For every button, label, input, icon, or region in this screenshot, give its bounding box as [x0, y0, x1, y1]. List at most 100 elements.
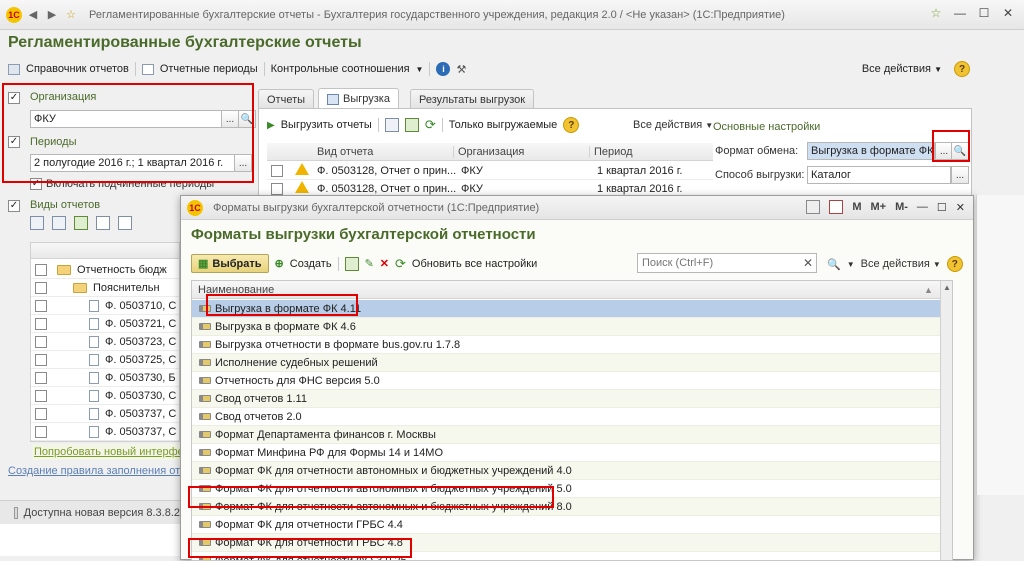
- search-icon[interactable]: 🔍: [238, 110, 256, 128]
- edit-icon[interactable]: [74, 216, 88, 230]
- export-method-field[interactable]: Каталог: [807, 166, 951, 184]
- list-item[interactable]: Формат ФК для отчетности автономных и бю…: [192, 480, 940, 498]
- help-icon[interactable]: ?: [563, 117, 579, 133]
- all-actions-button[interactable]: Все действия ▼: [862, 63, 942, 75]
- tree-row-checkbox[interactable]: [35, 372, 47, 384]
- list-item[interactable]: Формат Минфина РФ для Формы 14 и 14МО: [192, 444, 940, 462]
- tree-row[interactable]: Ф. 0503721, С: [31, 315, 179, 333]
- create-button[interactable]: Создать: [290, 258, 332, 270]
- info-icon[interactable]: i: [436, 62, 450, 76]
- tree-row-checkbox[interactable]: [35, 300, 47, 312]
- search-icon[interactable]: 🔍: [951, 142, 969, 160]
- list-item[interactable]: Формат ФК для отчетности автономных и бю…: [192, 498, 940, 516]
- tab-export[interactable]: Выгрузка: [318, 88, 399, 109]
- organization-field[interactable]: ФКУ: [30, 110, 236, 128]
- tree-row-checkbox[interactable]: [35, 408, 47, 420]
- wrench-icon[interactable]: ⚒: [456, 63, 466, 76]
- list-item[interactable]: Формат ФК для отчетности ГРБС 4.4: [192, 516, 940, 534]
- favorite-star-icon[interactable]: ☆: [63, 7, 79, 23]
- tree-collapse-icon[interactable]: [118, 216, 132, 230]
- close-button[interactable]: ✕: [956, 201, 965, 214]
- list-item[interactable]: Формат ФК для отчетности автономных и бю…: [192, 462, 940, 480]
- search-icon[interactable]: 🔍: [827, 258, 841, 271]
- refresh-icon[interactable]: ⟳: [425, 117, 436, 133]
- tab-export-results[interactable]: Результаты выгрузок: [410, 89, 534, 109]
- table-row[interactable]: Ф. 0503128, Отчет о прин...ФКУ1 квартал …: [267, 162, 713, 180]
- only-exportable-button[interactable]: Только выгружаемые: [449, 119, 558, 131]
- search-input[interactable]: [637, 253, 817, 273]
- tree-row-checkbox[interactable]: [35, 390, 47, 402]
- maximize-button[interactable]: ☐: [976, 6, 992, 20]
- list-item[interactable]: Выгрузка отчетности в формате bus.gov.ru…: [192, 336, 940, 354]
- tree-row-checkbox[interactable]: [35, 354, 47, 366]
- list-item[interactable]: Свод отчетов 1.11: [192, 390, 940, 408]
- refresh-settings-button[interactable]: Обновить все настройки: [412, 258, 537, 270]
- tree-row-checkbox[interactable]: [35, 282, 47, 294]
- tree-row[interactable]: Ф. 0503730, Б: [31, 369, 179, 387]
- delete-icon[interactable]: ✕: [380, 257, 389, 270]
- chevron-down-icon[interactable]: ▼: [847, 260, 855, 269]
- include-subordinate-checkbox[interactable]: ✓: [30, 178, 42, 190]
- memory-plus-button[interactable]: M+: [870, 201, 886, 213]
- tree-row[interactable]: Ф. 0503737, С: [31, 423, 179, 441]
- edit-icon[interactable]: [405, 118, 419, 132]
- tree-row[interactable]: Ф. 0503725, С: [31, 351, 179, 369]
- copy-icon[interactable]: [345, 257, 359, 271]
- maximize-button[interactable]: ☐: [937, 201, 947, 214]
- control-ratios-button[interactable]: Контрольные соотношения: [271, 63, 410, 75]
- sort-icon[interactable]: ▲: [924, 285, 940, 295]
- scrollbar[interactable]: ▲: [940, 281, 953, 561]
- chevron-down-icon[interactable]: ▼: [416, 65, 424, 74]
- periods-select-button[interactable]: ...: [234, 154, 252, 172]
- pencil-icon[interactable]: ✎: [365, 257, 374, 270]
- copy-icon[interactable]: [30, 216, 44, 230]
- tree-row[interactable]: Пояснительн: [31, 279, 179, 297]
- forward-icon[interactable]: ▶: [44, 7, 60, 23]
- tab-reports[interactable]: Отчеты: [258, 89, 314, 109]
- memory-button[interactable]: M: [852, 201, 861, 213]
- export-reports-button[interactable]: Выгрузить отчеты: [281, 119, 372, 131]
- tree-row[interactable]: Ф. 0503737, С: [31, 405, 179, 423]
- tree-row-checkbox[interactable]: [35, 426, 47, 438]
- copy-all-icon[interactable]: [52, 216, 66, 230]
- help-icon[interactable]: ?: [947, 256, 963, 272]
- copy-icon[interactable]: [385, 118, 399, 132]
- report-periods-button[interactable]: Отчетные периоды: [160, 63, 258, 75]
- export-method-select-button[interactable]: ...: [951, 166, 969, 184]
- create-rule-link[interactable]: Создание правила заполнения отчет: [8, 465, 180, 477]
- dialog-all-actions-button[interactable]: Все действия ▼: [861, 258, 941, 270]
- reports-directory-button[interactable]: Справочник отчетов: [26, 63, 129, 75]
- memory-minus-button[interactable]: M-: [895, 201, 908, 213]
- tree-row[interactable]: Ф. 0503723, С: [31, 333, 179, 351]
- row-checkbox[interactable]: [271, 183, 283, 195]
- calculator-icon[interactable]: [806, 200, 820, 214]
- list-item[interactable]: Формат ФК для отчетности ФО 3.0.25: [192, 552, 940, 561]
- refresh-icon[interactable]: ⟳: [395, 256, 406, 272]
- organization-select-button[interactable]: ...: [221, 110, 239, 128]
- list-item[interactable]: Формат ФК для отчетности ГРБС 4.8: [192, 534, 940, 552]
- tree-row-checkbox[interactable]: [35, 318, 47, 330]
- list-item[interactable]: Выгрузка в формате ФК 4.6: [192, 318, 940, 336]
- clear-search-icon[interactable]: ✕: [803, 256, 813, 270]
- tree-expand-icon[interactable]: [96, 216, 110, 230]
- periods-field[interactable]: 2 полугодие 2016 г.; 1 квартал 2016 г.: [30, 154, 252, 172]
- minimize-button[interactable]: —: [952, 6, 968, 20]
- back-icon[interactable]: ◀: [25, 7, 41, 23]
- export-all-actions-button[interactable]: Все действия ▼: [633, 119, 713, 131]
- close-button[interactable]: ✕: [1000, 6, 1016, 20]
- periods-checkbox[interactable]: ✓: [8, 136, 20, 148]
- list-item[interactable]: Отчетность для ФНС версия 5.0: [192, 372, 940, 390]
- tree-row[interactable]: Отчетность бюдж: [31, 261, 179, 279]
- list-item[interactable]: Свод отчетов 2.0: [192, 408, 940, 426]
- help-icon[interactable]: ?: [954, 61, 970, 77]
- scroll-up-icon[interactable]: ▲: [943, 283, 951, 292]
- calendar-icon[interactable]: [829, 200, 843, 214]
- list-item[interactable]: Исполнение судебных решений: [192, 354, 940, 372]
- tree-row[interactable]: Ф. 0503730, С: [31, 387, 179, 405]
- exchange-format-field[interactable]: Выгрузка в формате ФК 4: [807, 142, 935, 160]
- try-new-interface-link[interactable]: Попробовать новый интерфейс: [32, 444, 182, 460]
- tree-row[interactable]: Ф. 0503710, С: [31, 297, 179, 315]
- tree-row-checkbox[interactable]: [35, 264, 47, 276]
- row-checkbox[interactable]: [271, 165, 283, 177]
- list-item[interactable]: Формат Департамента финансов г. Москвы: [192, 426, 940, 444]
